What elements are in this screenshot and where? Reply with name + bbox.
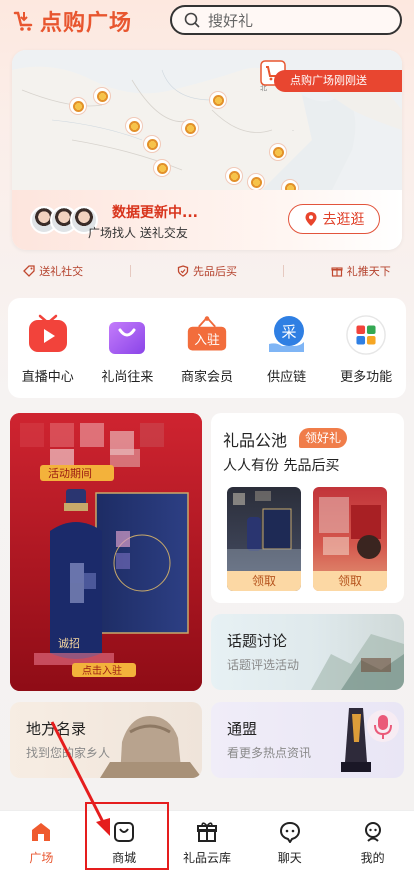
merchant-promo-banner[interactable]: 活动期间 诚招 点击入驻 — [10, 413, 202, 691]
map-card-footer: 数据更新中... 广场找人 送礼交友 去逛逛 — [12, 190, 402, 250]
tagline-row: 送礼社交 先品后买 礼推天下 — [0, 260, 414, 282]
shield-icon — [177, 265, 189, 277]
coin-marker-icon — [154, 160, 170, 176]
alliance-title: 通盟 — [227, 720, 258, 738]
gift-item[interactable]: 领取 — [227, 487, 301, 591]
nav-label: 广场 — [29, 851, 54, 865]
product-image — [227, 491, 301, 571]
tagline-label: 先品后买 — [192, 265, 237, 278]
nav-label: 我的 — [360, 851, 385, 865]
func-gift-exchange[interactable]: 礼尚往来 — [92, 314, 162, 398]
svg-text:点击入驻: 点击入驻 — [82, 664, 122, 677]
coin-marker-icon — [126, 118, 142, 134]
claim-button[interactable]: 领取 — [313, 571, 387, 591]
home-icon — [32, 823, 51, 841]
topic-title: 话题讨论 — [227, 632, 288, 650]
tagline-social: 送礼社交 — [23, 263, 83, 279]
tagline-label: 送礼社交 — [39, 265, 84, 278]
topic-subtitle: 话题评选活动 — [227, 658, 300, 672]
func-live-center[interactable]: 直播中心 — [13, 314, 83, 398]
tagline-label: 礼推天下 — [346, 265, 391, 278]
svg-text:活动期间: 活动期间 — [48, 467, 92, 480]
alliance-card[interactable]: 通盟 看更多热点资讯 — [211, 702, 404, 778]
supply-chain-icon: 采 — [266, 314, 308, 356]
coin-marker-icon — [144, 136, 160, 152]
product-image — [319, 497, 381, 559]
statue-artwork — [100, 716, 202, 778]
func-label: 更多功能 — [340, 370, 393, 385]
status-subtitle: 广场找人 送礼交友 — [88, 226, 188, 240]
tag-icon — [23, 265, 35, 277]
topic-artwork — [311, 634, 404, 690]
func-more[interactable]: 更多功能 — [331, 314, 401, 398]
annotation-highlight-box — [85, 802, 169, 870]
func-label: 供应链 — [267, 370, 307, 385]
svg-text:·: · — [292, 128, 294, 134]
coin-marker-icon — [210, 92, 226, 108]
header: 点购广场 搜好礼 — [0, 0, 414, 44]
chat-icon — [279, 821, 300, 843]
tagline-gift: 礼推天下 — [331, 263, 391, 279]
svg-text:采: 采 — [281, 323, 296, 341]
func-supply-chain[interactable]: 采 供应链 — [252, 314, 322, 398]
local-subtitle: 找到您的家乡人 — [26, 746, 111, 760]
function-grid: 直播中心 礼尚往来 入驻 商家会员 采 供应链 更多功能 — [8, 298, 406, 398]
logo-text: 点购广场 — [40, 11, 133, 36]
alliance-subtitle: 看更多热点资讯 — [227, 746, 312, 760]
status-title: 数据更新中... — [112, 205, 198, 221]
nav-item-chat[interactable]: 聊天 — [250, 811, 330, 874]
search-icon — [184, 12, 200, 28]
coin-marker-icon — [94, 88, 110, 104]
location-pin-icon — [305, 212, 316, 226]
topic-discussion-card[interactable]: 话题讨论 话题评选活动 — [211, 614, 404, 690]
svg-text:诚招: 诚招 — [58, 636, 80, 650]
bottom-nav: 广场 商城 礼品云库 聊天 我的 — [0, 810, 414, 874]
shopping-bag-icon — [106, 314, 148, 356]
coin-marker-icon — [182, 120, 198, 136]
coin-marker-icon — [226, 168, 242, 184]
cart-logo-icon — [13, 11, 33, 31]
gift-pool-badge: 领好礼 — [299, 428, 348, 448]
func-merchant-member[interactable]: 入驻 商家会员 — [172, 314, 242, 398]
nav-item-profile[interactable]: 我的 — [333, 811, 413, 874]
func-label: 商家会员 — [180, 370, 233, 385]
gift-box-icon — [196, 822, 217, 842]
browse-button-label: 去逛逛 — [322, 212, 365, 228]
activity-ticker: 点购广场刚刚送 — [274, 70, 402, 92]
nav-label: 聊天 — [277, 851, 302, 865]
map-card[interactable]: 北 · 点购广场刚刚送 数据更新中... 广场找人 送礼交友 去逛逛 — [12, 50, 402, 250]
coin-marker-icon — [70, 98, 86, 114]
func-label: 直播中心 — [21, 370, 74, 385]
promo-artwork: 活动期间 诚招 点击入驻 — [10, 413, 202, 691]
coin-marker-icon — [270, 144, 286, 160]
profile-icon — [364, 822, 381, 842]
gift-item[interactable]: 领取 — [313, 487, 387, 591]
browse-button[interactable]: 去逛逛 — [288, 204, 380, 234]
gift-icon — [331, 267, 343, 277]
func-label: 礼尚往来 — [101, 370, 154, 385]
tagline-try: 先品后买 — [177, 263, 237, 279]
local-title: 地方名录 — [26, 720, 87, 738]
claim-button[interactable]: 领取 — [227, 571, 301, 591]
microphone-icon[interactable] — [367, 710, 399, 742]
nav-item-plaza[interactable]: 广场 — [1, 811, 81, 874]
search-placeholder: 搜好礼 — [208, 11, 254, 30]
search-input[interactable]: 搜好礼 — [170, 5, 402, 35]
grid-icon — [345, 314, 387, 356]
coin-marker-icon — [248, 174, 264, 190]
nav-item-gift-library[interactable]: 礼品云库 — [167, 811, 247, 874]
gift-pool-subtitle: 人人有份 先品后买 — [223, 458, 340, 474]
store-sign-icon: 入驻 — [186, 314, 228, 356]
divider — [129, 265, 131, 277]
nav-label: 礼品云库 — [182, 851, 231, 865]
tv-icon — [27, 314, 69, 356]
local-directory-card[interactable]: 地方名录 找到您的家乡人 — [10, 702, 202, 778]
divider — [283, 265, 285, 277]
activity-map[interactable]: 北 · 点购广场刚刚送 — [12, 50, 402, 196]
app-logo: 点购广场 — [12, 6, 132, 36]
gift-pool-card[interactable]: 礼品公池 领好礼 人人有份 先品后买 领取 领取 — [211, 413, 404, 603]
gift-pool-title: 礼品公池 — [223, 431, 288, 450]
svg-text:入驻: 入驻 — [194, 333, 220, 348]
